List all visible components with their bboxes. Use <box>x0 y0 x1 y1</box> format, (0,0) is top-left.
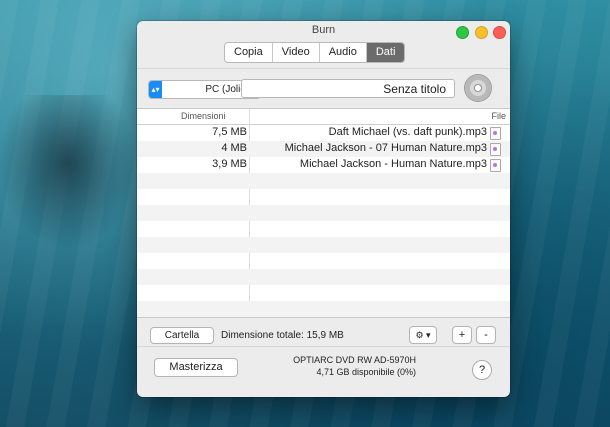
table-header: Dimensioni File <box>137 109 510 125</box>
help-icon[interactable]: ? <box>472 360 492 380</box>
row-name: Michael Jackson - Human Nature.mp3 <box>299 158 487 170</box>
gear-icon[interactable]: ⚙ ▾ <box>409 326 437 344</box>
audio-file-icon <box>490 127 501 140</box>
row-name: Michael Jackson - 07 Human Nature.mp3 <box>284 142 487 154</box>
window-title: Burn <box>311 24 336 36</box>
tab-dati[interactable]: Dati <box>365 43 405 62</box>
zoom-button[interactable] <box>456 26 469 39</box>
close-button[interactable] <box>493 26 506 39</box>
table-row[interactable]: 3,9 MB Michael Jackson - Human Nature.mp… <box>137 157 510 173</box>
burn-window: Burn Copia Video Audio Dati ▴▾ PC (Jolie… <box>137 21 510 397</box>
remove-button[interactable]: - <box>476 326 496 344</box>
bottom-bar: Cartella Dimensione totale: 15,9 MB ⚙ ▾ … <box>137 317 510 345</box>
tab-video[interactable]: Video <box>271 43 319 62</box>
tab-audio[interactable]: Audio <box>318 43 366 62</box>
header-file[interactable]: File <box>491 111 506 121</box>
empty-row <box>137 237 510 253</box>
tab-copia[interactable]: Copia <box>225 43 272 62</box>
disc-settings: ▴▾ PC (Joliet) Senza titolo <box>137 68 510 109</box>
empty-row <box>137 253 510 269</box>
total-size-label: Dimensione totale: 15,9 MB <box>221 330 344 341</box>
row-size: 3,9 MB <box>212 158 247 170</box>
empty-row <box>137 189 510 205</box>
add-button[interactable]: + <box>452 326 472 344</box>
drive-name: OPTIARC DVD RW AD-5970H <box>293 355 416 365</box>
empty-row <box>137 285 510 301</box>
disc-title-field[interactable]: Senza titolo <box>241 79 455 98</box>
file-table: Dimensioni File 7,5 MB Daft Michael (vs.… <box>137 108 510 318</box>
folder-button[interactable]: Cartella <box>150 327 214 344</box>
row-size: 4 MB <box>221 142 247 154</box>
disc-icon <box>465 75 491 101</box>
tab-bar: Copia Video Audio Dati <box>224 42 406 63</box>
table-row[interactable]: 7,5 MB Daft Michael (vs. daft punk).mp3 <box>137 125 510 141</box>
audio-file-icon <box>490 159 501 172</box>
row-name: Daft Michael (vs. daft punk).mp3 <box>328 126 487 138</box>
row-size: 7,5 MB <box>212 126 247 138</box>
burn-area: Masterizza OPTIARC DVD RW AD-5970H 4,71 … <box>137 346 510 397</box>
empty-row <box>137 205 510 221</box>
header-size[interactable]: Dimensioni <box>181 111 226 121</box>
empty-row <box>137 173 510 189</box>
empty-row <box>137 301 510 317</box>
drive-space: 4,71 GB disponibile (0%) <box>316 367 416 377</box>
audio-file-icon <box>490 143 501 156</box>
burn-button[interactable]: Masterizza <box>154 358 238 377</box>
select-arrow-icon: ▴▾ <box>149 81 162 98</box>
minimize-button[interactable] <box>475 26 488 39</box>
empty-row <box>137 221 510 237</box>
empty-row <box>137 269 510 285</box>
table-row[interactable]: 4 MB Michael Jackson - 07 Human Nature.m… <box>137 141 510 157</box>
background-swimmer <box>0 95 150 265</box>
